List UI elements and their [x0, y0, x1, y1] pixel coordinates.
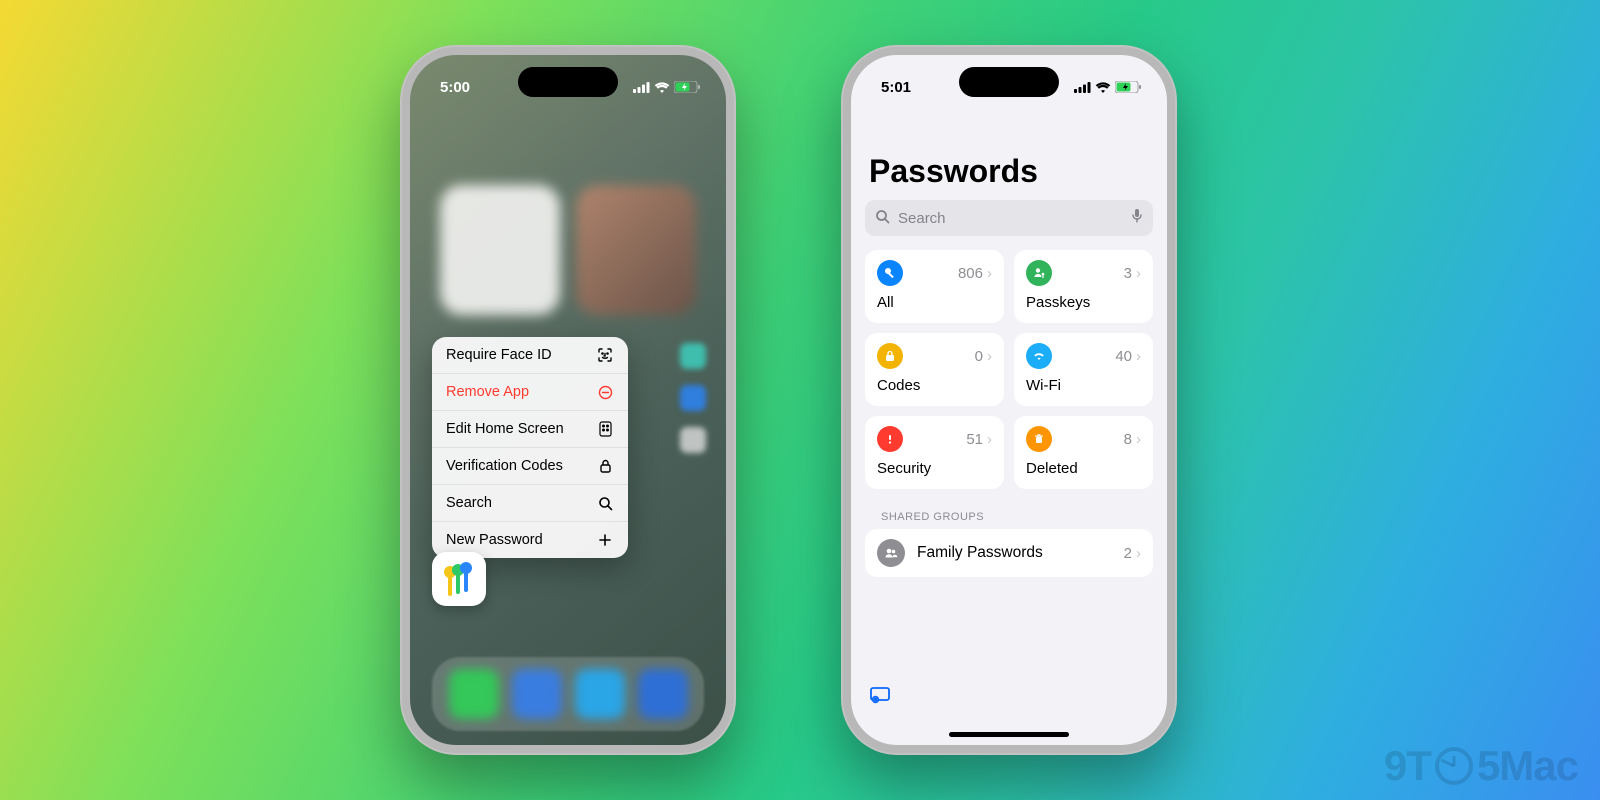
- status-time: 5:00: [440, 79, 470, 96]
- app-blurred: [680, 385, 706, 411]
- trash-icon: [1026, 426, 1052, 452]
- chevron-right-icon: ›: [1136, 348, 1141, 365]
- passwords-app-screen: 5:01 Passwords Search: [851, 55, 1167, 745]
- home-widgets: [440, 185, 696, 315]
- status-time: 5:01: [881, 79, 911, 96]
- search-input[interactable]: Search: [865, 200, 1153, 236]
- home-indicator[interactable]: [949, 732, 1069, 737]
- widget-blurred: [576, 185, 696, 315]
- card-count: 0: [975, 348, 983, 365]
- watermark: 9T 5Mac: [1384, 742, 1578, 790]
- iphone-mockup-right: 5:01 Passwords Search: [841, 45, 1177, 755]
- chevron-right-icon: ›: [987, 431, 992, 448]
- card-wifi[interactable]: 40› Wi-Fi: [1014, 333, 1153, 406]
- apps-grid-icon: [596, 421, 614, 437]
- dock-app-blurred: [638, 669, 688, 719]
- menu-label: Remove App: [446, 384, 529, 400]
- wifi-icon: [1095, 82, 1111, 93]
- search-icon: [596, 496, 614, 511]
- dock-app-blurred: [449, 669, 499, 719]
- menu-label: New Password: [446, 532, 543, 548]
- passwords-app-icon[interactable]: [432, 552, 486, 606]
- search-icon: [875, 209, 890, 228]
- exclamation-icon: [877, 426, 903, 452]
- card-deleted[interactable]: 8› Deleted: [1014, 416, 1153, 489]
- app-blurred: [680, 343, 706, 369]
- menu-label: Verification Codes: [446, 458, 563, 474]
- menu-label: Search: [446, 495, 492, 511]
- card-count: 40: [1115, 348, 1132, 365]
- menu-item-require-faceid[interactable]: Require Face ID: [432, 337, 628, 374]
- card-label: All: [877, 294, 992, 311]
- status-icons: [1074, 81, 1141, 93]
- widget-blurred: [440, 185, 560, 315]
- lock-icon: [596, 459, 614, 474]
- status-icons: [633, 81, 700, 93]
- row-label: Family Passwords: [917, 544, 1043, 562]
- clock-icon: [1435, 747, 1473, 785]
- category-grid: 806› All 3› Passkeys: [865, 250, 1153, 489]
- faceid-icon: [596, 347, 614, 363]
- card-passkeys[interactable]: 3› Passkeys: [1014, 250, 1153, 323]
- menu-label: Edit Home Screen: [446, 421, 564, 437]
- menu-item-remove-app[interactable]: Remove App: [432, 374, 628, 411]
- search-placeholder: Search: [898, 210, 946, 227]
- person-key-icon: [1026, 260, 1052, 286]
- battery-charging-icon: [674, 81, 700, 93]
- card-count: 3: [1124, 265, 1132, 282]
- card-label: Codes: [877, 377, 992, 394]
- card-label: Security: [877, 460, 992, 477]
- section-header-shared-groups: SHARED GROUPS: [881, 511, 1137, 523]
- cellular-signal-icon: [1074, 82, 1091, 93]
- battery-charging-icon: [1115, 81, 1141, 93]
- app-blurred: [680, 427, 706, 453]
- dock-app-blurred: [575, 669, 625, 719]
- dynamic-island: [959, 67, 1059, 97]
- home-screen: 5:00 Require Fac: [410, 55, 726, 745]
- wifi-icon: [1026, 343, 1052, 369]
- chevron-right-icon: ›: [1136, 265, 1141, 282]
- context-menu: Require Face ID Remove App Edit Home Scr…: [432, 337, 628, 558]
- remove-circle-icon: [596, 385, 614, 400]
- card-codes[interactable]: 0› Codes: [865, 333, 1004, 406]
- chevron-right-icon: ›: [1136, 545, 1141, 562]
- group-icon: [877, 539, 905, 567]
- row-count: 2: [1124, 545, 1132, 562]
- toolbar-credentials-icon[interactable]: [869, 686, 891, 709]
- chevron-right-icon: ›: [1136, 431, 1141, 448]
- menu-item-edit-home-screen[interactable]: Edit Home Screen: [432, 411, 628, 448]
- cellular-signal-icon: [633, 82, 650, 93]
- card-count: 806: [958, 265, 983, 282]
- card-count: 8: [1124, 431, 1132, 448]
- wifi-icon: [654, 82, 670, 93]
- passwords-keys-icon: [442, 562, 476, 596]
- watermark-prefix: 9T: [1384, 742, 1431, 790]
- menu-label: Require Face ID: [446, 347, 552, 363]
- card-security[interactable]: 51› Security: [865, 416, 1004, 489]
- watermark-suffix: 5Mac: [1477, 742, 1578, 790]
- card-label: Passkeys: [1026, 294, 1141, 311]
- shared-group-row[interactable]: Family Passwords 2›: [865, 529, 1153, 577]
- chevron-right-icon: ›: [987, 265, 992, 282]
- plus-icon: [596, 533, 614, 547]
- dock-app-blurred: [512, 669, 562, 719]
- home-dock: [432, 657, 704, 731]
- home-app-column: [680, 343, 706, 453]
- microphone-icon[interactable]: [1131, 208, 1143, 228]
- key-icon: [877, 260, 903, 286]
- menu-item-search[interactable]: Search: [432, 485, 628, 522]
- card-label: Deleted: [1026, 460, 1141, 477]
- menu-item-verification-codes[interactable]: Verification Codes: [432, 448, 628, 485]
- iphone-mockup-left: 5:00 Require Fac: [400, 45, 736, 755]
- card-count: 51: [966, 431, 983, 448]
- dynamic-island: [518, 67, 618, 97]
- card-all[interactable]: 806› All: [865, 250, 1004, 323]
- lock-clock-icon: [877, 343, 903, 369]
- page-title: Passwords: [869, 153, 1149, 190]
- chevron-right-icon: ›: [987, 348, 992, 365]
- card-label: Wi-Fi: [1026, 377, 1141, 394]
